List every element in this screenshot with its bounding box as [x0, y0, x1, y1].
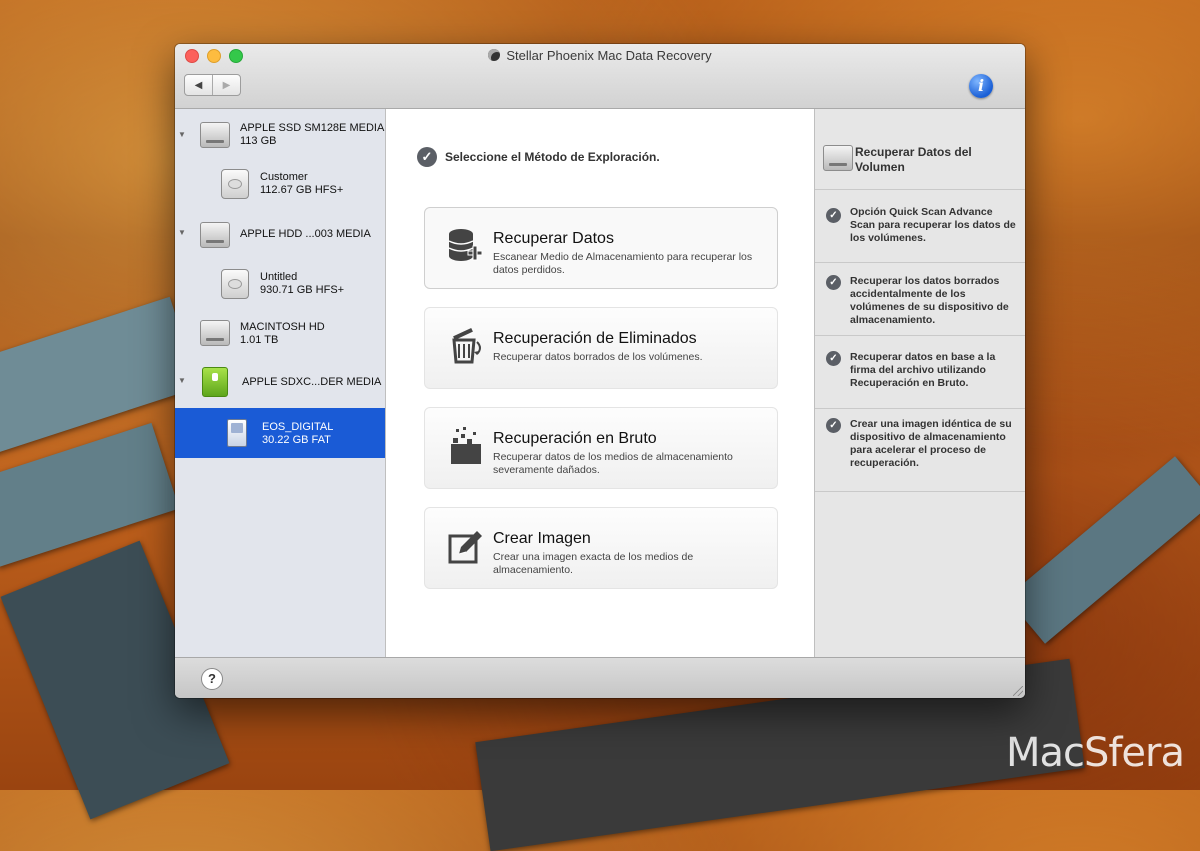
option-description: Recuperar datos borrados de los volúmene… — [493, 351, 703, 363]
description-item: ✓ Recuperar datos en base a la firma del… — [815, 336, 1025, 409]
description-text: Crear una imagen idéntica de su disposit… — [850, 418, 1012, 469]
description-item: ✓ Crear una imagen idéntica de su dispos… — [815, 409, 1025, 492]
info-button[interactable]: i — [969, 74, 993, 98]
volume-name: Untitled — [260, 271, 298, 283]
disclosure-triangle-icon[interactable]: ▼ — [178, 228, 186, 237]
drive-size: 1.01 TB — [240, 334, 279, 346]
drive-item[interactable]: ▼ APPLE SSD SM128E MEDIA 113 GB — [175, 119, 385, 159]
resize-grip-icon[interactable] — [1013, 686, 1023, 696]
scan-method-title: Seleccione el Método de Exploración. — [445, 150, 660, 164]
volume-item[interactable]: Customer 112.67 GB HFS+ — [175, 167, 385, 207]
app-logo-icon — [488, 49, 501, 61]
disclosure-triangle-icon[interactable]: ▼ — [178, 376, 186, 385]
drive-name: APPLE SSD SM128E MEDIA — [240, 122, 385, 134]
scan-method-header: ✓ Seleccione el Método de Exploración. — [417, 147, 660, 167]
volume-item[interactable]: Untitled 930.71 GB HFS+ — [175, 267, 385, 307]
scan-method-panel: ✓ Seleccione el Método de Exploración. R… — [386, 109, 815, 658]
back-button[interactable]: ◀ — [185, 75, 213, 95]
disclosure-triangle-icon[interactable]: ▼ — [178, 130, 186, 139]
description-text: Recuperar datos en base a la firma del a… — [850, 351, 996, 389]
hard-drive-icon — [200, 320, 230, 346]
hard-drive-icon — [200, 222, 230, 248]
description-title: Recuperar Datos del Volumen — [855, 145, 972, 174]
volume-size: 30.22 GB FAT — [262, 434, 331, 446]
window-title: Stellar Phoenix Mac Data Recovery — [175, 48, 1025, 63]
edit-image-icon — [447, 526, 483, 566]
drive-item[interactable]: ▼ APPLE HDD ...003 MEDIA — [175, 219, 385, 255]
checkmark-icon: ✓ — [826, 208, 841, 223]
app-window: Stellar Phoenix Mac Data Recovery ◀ ▶ i … — [175, 44, 1025, 698]
drive-size: 113 GB — [240, 135, 277, 147]
window-title-text: Stellar Phoenix Mac Data Recovery — [506, 48, 712, 63]
navigation-buttons: ◀ ▶ — [184, 74, 241, 96]
volume-icon — [221, 269, 249, 299]
hard-drive-icon — [200, 122, 230, 148]
drive-item[interactable]: MACINTOSH HD 1.01 TB — [175, 317, 385, 357]
option-title: Recuperación de Eliminados — [493, 330, 697, 347]
option-crear-imagen[interactable]: Crear Imagen Crear una imagen exacta de … — [424, 507, 778, 589]
description-header: Recuperar Datos del Volumen — [815, 109, 1025, 190]
content-area: ▼ APPLE SSD SM128E MEDIA 113 GB Customer… — [175, 109, 1025, 658]
volume-icon — [221, 169, 249, 199]
selected-volume-item[interactable]: EOS_DIGITAL 30.22 GB FAT — [175, 408, 385, 458]
description-item: ✓ Opción Quick Scan Advance Scan para re… — [815, 190, 1025, 263]
bottom-toolbar: ? — [175, 657, 1025, 698]
drive-name: MACINTOSH HD — [240, 321, 325, 333]
volume-size: 930.71 GB HFS+ — [260, 284, 345, 296]
checkmark-icon: ✓ — [826, 351, 841, 366]
checkmark-icon: ✓ — [826, 275, 841, 290]
option-description: Recuperar datos de los medios de almacen… — [493, 451, 733, 476]
trash-restore-icon — [447, 326, 483, 366]
volume-name: EOS_DIGITAL — [262, 421, 334, 433]
bench-slat — [0, 296, 200, 459]
bench-slat — [1006, 456, 1200, 644]
forward-button[interactable]: ▶ — [213, 75, 240, 95]
bench-slat — [0, 422, 180, 568]
help-button[interactable]: ? — [201, 668, 223, 690]
hard-drive-icon — [823, 145, 853, 171]
memory-card-icon — [227, 419, 247, 447]
volume-name: Customer — [260, 171, 308, 183]
option-title: Recuperación en Bruto — [493, 430, 657, 447]
option-recuperar-datos[interactable]: Recuperar Datos Escanear Medio de Almace… — [424, 207, 778, 289]
checkmark-icon: ✓ — [826, 418, 841, 433]
watermark: MacSfera — [1005, 730, 1185, 776]
sd-card-reader-icon — [202, 367, 228, 397]
volume-size: 112.67 GB HFS+ — [260, 184, 344, 196]
option-title: Crear Imagen — [493, 530, 591, 547]
description-text: Recuperar los datos borrados accidentalm… — [850, 275, 1009, 326]
description-item: ✓ Recuperar los datos borrados accidenta… — [815, 263, 1025, 336]
option-description: Escanear Medio de Almacenamiento para re… — [493, 251, 753, 276]
drive-name: APPLE HDD ...003 MEDIA — [240, 228, 371, 240]
option-title: Recuperar Datos — [493, 230, 614, 247]
drive-name: APPLE SDXC...DER MEDIA — [242, 376, 382, 388]
description-panel: Recuperar Datos del Volumen ✓ Opción Qui… — [815, 109, 1025, 658]
description-text: Opción Quick Scan Advance Scan para recu… — [850, 206, 1016, 244]
option-recuperacion-eliminados[interactable]: Recuperación de Eliminados Recuperar dat… — [424, 307, 778, 389]
option-recuperacion-bruto[interactable]: Recuperación en Bruto Recuperar datos de… — [424, 407, 778, 489]
title-bar: Stellar Phoenix Mac Data Recovery ◀ ▶ i — [175, 44, 1025, 109]
database-plus-icon — [447, 226, 483, 266]
drive-item[interactable]: ▼ APPLE SDXC...DER MEDIA — [175, 367, 385, 403]
option-description: Crear una imagen exacta de los medios de… — [493, 551, 694, 576]
raw-blocks-icon — [447, 426, 483, 466]
drive-sidebar: ▼ APPLE SSD SM128E MEDIA 113 GB Customer… — [175, 109, 386, 658]
checkmark-icon: ✓ — [417, 147, 437, 167]
